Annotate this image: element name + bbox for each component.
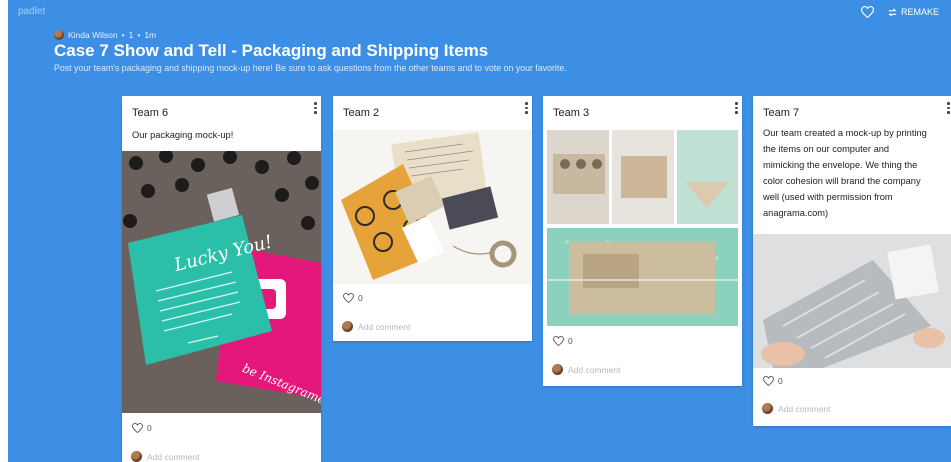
board-title: Case 7 Show and Tell - Packaging and Shi… bbox=[54, 41, 489, 60]
add-comment[interactable]: Add comment bbox=[342, 321, 410, 332]
comment-placeholder: Add comment bbox=[568, 364, 621, 375]
post-image[interactable] bbox=[753, 234, 951, 368]
avatar bbox=[131, 451, 142, 462]
avatar bbox=[342, 321, 353, 332]
post-card[interactable]: Team 3 0 Add comment bbox=[543, 96, 742, 386]
post-title: Team 3 bbox=[553, 107, 590, 119]
like-count: 0 bbox=[358, 293, 363, 303]
brand-logo[interactable]: padlet bbox=[18, 6, 45, 17]
post-title: Team 2 bbox=[343, 107, 380, 119]
timestamp: 1m bbox=[144, 30, 157, 40]
post-image[interactable] bbox=[333, 130, 532, 284]
post-card[interactable]: Team 7 Our team created a mock-up by pri… bbox=[753, 96, 951, 426]
like-count: 0 bbox=[147, 423, 152, 433]
board-meta: Kinda Wilson • 1 • 1m bbox=[54, 30, 156, 40]
remake-label: REMAKE bbox=[900, 7, 939, 17]
post-card[interactable]: Team 6 Our packaging mock-up! Lucky You! bbox=[122, 96, 321, 462]
like-button[interactable]: 0 bbox=[343, 293, 363, 303]
padlet-board: padlet REMAKE Kinda Wilson • 1 • 1m Case… bbox=[8, 0, 951, 462]
like-button[interactable]: 0 bbox=[553, 336, 573, 346]
heart-icon bbox=[763, 376, 774, 386]
avatar bbox=[552, 364, 563, 375]
post-card[interactable]: Team 2 0 Add comment bbox=[333, 96, 532, 341]
post-body: Our team created a mock-up by printing t… bbox=[763, 125, 927, 221]
post-body-line: color cohesion will brand the company bbox=[763, 176, 921, 186]
post-image[interactable] bbox=[547, 130, 738, 326]
post-body-line: well (used with permission from bbox=[763, 192, 893, 202]
author-name[interactable]: Kinda Wilson bbox=[68, 30, 118, 40]
post-image[interactable]: Lucky You! be Instagramed bbox=[122, 151, 321, 413]
heart-icon[interactable] bbox=[860, 6, 874, 18]
separator: • bbox=[137, 30, 141, 40]
like-count: 0 bbox=[778, 376, 783, 386]
post-body-line: mimicking the envelope. We thing the bbox=[763, 160, 918, 170]
comment-placeholder: Add comment bbox=[358, 321, 411, 332]
post-body-line: the items on our computer and bbox=[763, 144, 890, 154]
heart-icon bbox=[343, 293, 354, 303]
heart-icon bbox=[132, 423, 143, 433]
post-title: Team 6 bbox=[132, 107, 169, 119]
avatar[interactable] bbox=[54, 30, 64, 40]
remake-icon bbox=[888, 7, 897, 17]
remake-button[interactable]: REMAKE bbox=[888, 7, 939, 17]
heart-icon bbox=[553, 336, 564, 346]
post-body-line: anagrama.com) bbox=[763, 208, 829, 218]
post-count: 1 bbox=[128, 30, 134, 40]
more-vertical-icon[interactable] bbox=[525, 102, 529, 114]
like-button[interactable]: 0 bbox=[763, 376, 783, 386]
add-comment[interactable]: Add comment bbox=[762, 403, 830, 414]
avatar bbox=[762, 403, 773, 414]
more-vertical-icon[interactable] bbox=[947, 102, 951, 114]
comment-placeholder: Add comment bbox=[778, 403, 831, 414]
post-body: Our packaging mock-up! bbox=[132, 130, 234, 140]
comment-placeholder: Add comment bbox=[147, 451, 200, 462]
separator: • bbox=[121, 30, 125, 40]
post-body-line: Our team created a mock-up by printing bbox=[763, 128, 927, 138]
post-title: Team 7 bbox=[763, 107, 800, 119]
more-vertical-icon[interactable] bbox=[314, 102, 318, 114]
top-actions: REMAKE bbox=[860, 6, 939, 18]
like-button[interactable]: 0 bbox=[132, 423, 152, 433]
add-comment[interactable]: Add comment bbox=[552, 364, 620, 375]
board-description: Post your team's packaging and shipping … bbox=[54, 63, 567, 73]
add-comment[interactable]: Add comment bbox=[131, 451, 199, 462]
like-count: 0 bbox=[568, 336, 573, 346]
more-vertical-icon[interactable] bbox=[735, 102, 739, 114]
